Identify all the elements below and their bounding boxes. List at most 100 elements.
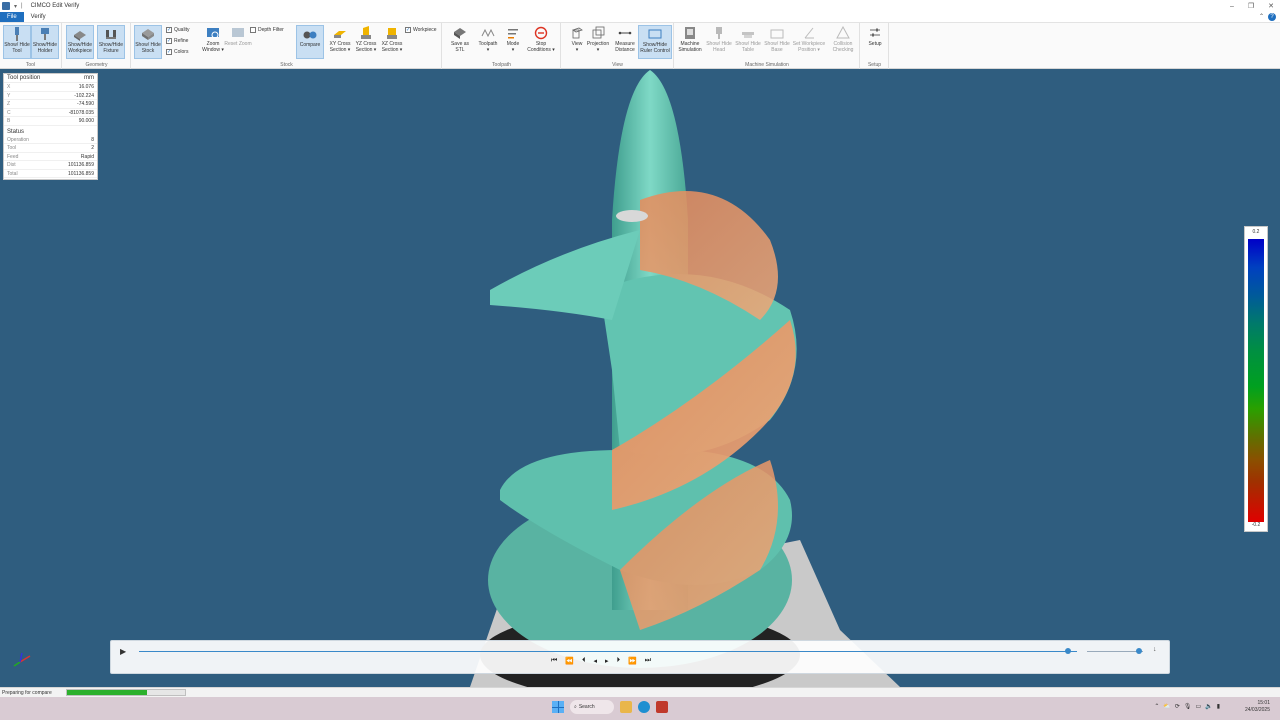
row-key: Dist: [7, 162, 16, 168]
colors-checkbox[interactable]: ✓ Colors: [166, 49, 188, 55]
help-icon[interactable]: ?: [1268, 13, 1276, 21]
zoom-window-button[interactable]: Zoom Window ▾: [199, 25, 227, 59]
tray-sync-icon[interactable]: ⟳: [1175, 703, 1180, 710]
refine-checkbox[interactable]: ✓ Refine: [166, 38, 188, 44]
taskbar-clock[interactable]: 15:01 24/03/2025: [1245, 700, 1270, 714]
tool-info-panel: Tool position mm X 16.076 Y -102.224 Z -74.…: [3, 73, 98, 180]
panel-title: Tool position: [7, 75, 41, 81]
workpiece-checkbox[interactable]: ✓ Workpiece: [405, 27, 437, 33]
ribbon: Show/ Hide Tool Show/Hide Holder Tool Sh…: [0, 23, 1280, 69]
button-label: Show/ Hide Base: [764, 41, 790, 53]
quick-access-toolbar: ▾ |: [14, 3, 23, 10]
status-row-tool: Tool 2: [4, 144, 97, 153]
button-label: Collision Checking: [832, 41, 854, 53]
depth-filter-checkbox[interactable]: Depth Filter: [250, 27, 284, 33]
dropdown-icon: ▾: [398, 47, 403, 53]
ribbon-group-view: View ▾ Projection ▾ Measure Distance Show/…: [562, 23, 674, 69]
taskbar-center: ⌕ Search: [552, 700, 668, 714]
ribbon-group-setup: Setup Setup: [861, 23, 889, 69]
step-forward-button[interactable]: ⏵: [617, 657, 621, 665]
quick-access-menu-icon[interactable]: ▾: [14, 3, 17, 10]
save-as-stl-button[interactable]: Save as STL: [446, 25, 474, 59]
next-operation-button[interactable]: ⏩: [628, 657, 637, 665]
checkbox-box: [250, 27, 256, 33]
previous-operation-button[interactable]: ⏪: [565, 657, 574, 665]
row-value: 8: [91, 136, 94, 143]
progress-slider-knob[interactable]: [1064, 648, 1071, 654]
tray-app-icon[interactable]: ⛅: [1163, 703, 1170, 710]
show-hide-fixture-button[interactable]: Show/Hide Fixture: [97, 25, 125, 59]
xy-cross-section-button[interactable]: XY Cross Section ▾: [326, 25, 354, 59]
step-forward-small-button[interactable]: ▸: [605, 657, 609, 665]
tab-file[interactable]: File: [0, 12, 24, 22]
row-value: 2: [91, 145, 94, 151]
show-hide-tool-button[interactable]: Show/ Hide Tool: [3, 25, 31, 59]
mode-icon: [508, 29, 518, 39]
mode-button[interactable]: Mode ▾: [499, 25, 527, 59]
set-workpiece-position-button[interactable]: Set Workpiece Position ▾: [792, 25, 826, 59]
speed-slider[interactable]: [1087, 651, 1143, 652]
restore-button[interactable]: ❐: [1248, 2, 1254, 10]
show-hide-workpiece-button[interactable]: Show/Hide Workpiece: [66, 25, 94, 59]
minimize-button[interactable]: –: [1230, 3, 1234, 10]
checkbox-box: ✓: [166, 38, 172, 44]
step-back-button[interactable]: ⏴: [582, 657, 586, 665]
group-label: Machine Simulation: [745, 62, 789, 68]
compare-button[interactable]: Compare: [296, 25, 324, 59]
status-row-total: Total 101136.859: [4, 170, 97, 178]
tray-network-icon[interactable]: ▭: [1196, 703, 1202, 710]
row-key: B: [7, 118, 11, 124]
windows-taskbar: ⌕ Search ⌃ ⛅ ⟳ 🎙 ▭ 🔈 ▮ 15:01 24/03/2025: [0, 697, 1280, 720]
reset-zoom-button[interactable]: Reset Zoom: [224, 25, 252, 59]
show-hide-base-button[interactable]: Show/ Hide Base: [763, 25, 791, 59]
show-hide-stock-button[interactable]: Show/ Hide Stock: [134, 25, 162, 59]
tray-volume-icon[interactable]: 🔈: [1205, 703, 1212, 710]
show-hide-head-button[interactable]: Show/ Hide Head: [705, 25, 733, 59]
tool-icon: [15, 27, 19, 41]
machine-simulation-button[interactable]: Machine Simulation: [676, 25, 704, 59]
windows-start-icon[interactable]: [552, 701, 564, 713]
collision-checking-button[interactable]: Collision Checking: [829, 25, 857, 59]
go-to-start-button[interactable]: ⏮: [551, 657, 557, 665]
step-back-small-button[interactable]: ◂: [594, 657, 598, 665]
ribbon-group-machine-simulation: Machine Simulation Show/ Hide Head Show/…: [675, 23, 860, 69]
table-icon: [742, 32, 754, 38]
play-button[interactable]: ▶: [120, 647, 126, 656]
tab-verify[interactable]: Verify: [24, 12, 53, 22]
system-tray: ⌃ ⛅ ⟳ 🎙 ▭ 🔈 ▮: [1154, 703, 1220, 710]
group-label: Tool: [25, 62, 36, 68]
3d-viewport[interactable]: [0, 70, 1280, 687]
go-to-end-button[interactable]: ⏭: [645, 657, 651, 665]
progress-slider[interactable]: [139, 651, 1077, 652]
taskbar-search[interactable]: ⌕ Search: [570, 700, 614, 714]
edge-browser-icon[interactable]: [638, 701, 650, 713]
toolpath-icon: [481, 28, 495, 38]
row-value: 101136.859: [67, 162, 94, 168]
measure-distance-button[interactable]: Measure Distance: [611, 25, 639, 59]
base-icon: [770, 29, 784, 39]
panel-header: Tool position mm: [4, 74, 97, 83]
tray-battery-icon[interactable]: ▮: [1217, 703, 1220, 710]
cimco-app-icon[interactable]: [656, 701, 668, 713]
show-hide-holder-button[interactable]: Show/Hide Holder: [31, 25, 59, 59]
row-value: Rapid: [80, 153, 94, 160]
show-hide-table-button[interactable]: Show/ Hide Table: [734, 25, 762, 59]
row-key: Feed: [7, 153, 19, 160]
speed-slider-knob[interactable]: [1136, 648, 1143, 654]
yz-cross-section-button[interactable]: YZ Cross Section ▾: [352, 25, 380, 59]
close-button[interactable]: ✕: [1268, 2, 1274, 10]
tray-microphone-icon[interactable]: 🎙: [1184, 703, 1192, 710]
stop-conditions-button[interactable]: Stop Conditions ▾: [527, 25, 555, 59]
show-hide-ruler-control-button[interactable]: Show/Hide Ruler Control: [638, 25, 672, 59]
button-label: Show/ Hide Tool: [4, 42, 30, 54]
quality-checkbox[interactable]: ✓ Quality: [166, 27, 190, 33]
status-row-feed: Feed Rapid: [4, 153, 97, 161]
projection-button[interactable]: Projection ▾: [584, 25, 612, 59]
ribbon-collapse-icon[interactable]: ⌃: [1259, 13, 1264, 20]
speed-icon[interactable]: ↓: [1153, 646, 1157, 653]
xz-cross-section-button[interactable]: XZ Cross Section ▾: [378, 25, 406, 59]
file-explorer-icon[interactable]: [620, 701, 632, 713]
toolpath-button[interactable]: Toolpath ▾: [474, 25, 502, 59]
setup-button[interactable]: Setup: [861, 25, 889, 59]
tray-overflow-icon[interactable]: ⌃: [1154, 703, 1159, 710]
